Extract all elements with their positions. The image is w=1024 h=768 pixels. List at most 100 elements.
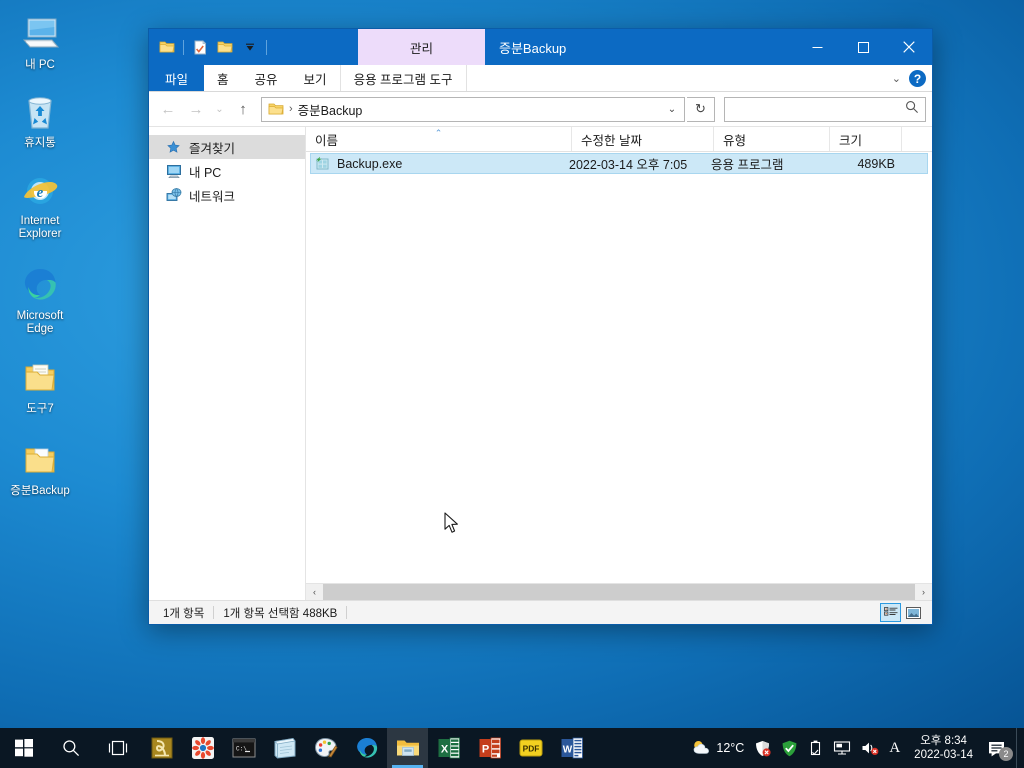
view-mode-buttons (880, 603, 927, 622)
task-view-icon[interactable] (94, 728, 141, 768)
app-icon-word[interactable]: W (551, 728, 592, 768)
details-view-button[interactable] (880, 603, 901, 622)
file-name-cell: Backup.exe (311, 156, 569, 171)
tab-application-tools[interactable]: 응용 프로그램 도구 (339, 65, 467, 91)
sidebar-item-my-pc[interactable]: 내 PC (149, 159, 305, 183)
clock[interactable]: 오후 8:34 2022-03-14 (905, 728, 982, 768)
tab-home[interactable]: 홈 (204, 65, 242, 91)
tab-view[interactable]: 보기 (291, 65, 340, 91)
scroll-right-button[interactable]: › (915, 583, 932, 601)
internet-explorer-icon: e (18, 168, 62, 212)
desktop-icon-microsoft-edge[interactable]: Microsoft Edge (0, 257, 80, 336)
status-item-count: 1개 항목 (163, 607, 205, 620)
desktop-icon-recycle-bin[interactable]: 휴지통 (0, 84, 80, 150)
app-icon-hangul[interactable] (141, 728, 182, 768)
column-header-name[interactable]: 이름 ⌃ (306, 127, 572, 151)
notification-icon[interactable]: 2 (982, 728, 1016, 768)
address-dropdown-icon[interactable]: ⌄ (660, 98, 684, 121)
column-header-label: 이름 (315, 133, 339, 148)
application-exe-icon (315, 156, 330, 171)
start-icon[interactable] (0, 728, 47, 768)
column-header-type[interactable]: 유형 (714, 127, 830, 151)
new-folder-icon[interactable] (214, 36, 236, 58)
sort-ascending-icon: ⌃ (434, 128, 443, 138)
ribbon-collapse-button[interactable]: ⌄ (892, 72, 901, 85)
usb-device-icon[interactable] (803, 728, 828, 768)
svg-text:X: X (440, 744, 448, 756)
address-toolbar: ← → ⌄ ↑ › 증분Backup ⌄ ↻ (149, 92, 932, 126)
folder-icon[interactable] (156, 36, 178, 58)
large-icons-view-button[interactable] (903, 603, 924, 622)
antivirus-check-icon[interactable] (776, 728, 803, 768)
horizontal-scrollbar[interactable]: ‹ › (306, 583, 932, 601)
file-list[interactable]: Backup.exe 2022-03-14 오후 7:05 응용 프로그램 48… (306, 152, 932, 583)
clock-time: 오후 8:34 (920, 735, 967, 747)
forward-button[interactable]: → (183, 96, 209, 122)
taskbar: C:\ X P PDF W 12°C A 오후 8:34 2022-03-14 … (0, 728, 1024, 768)
tab-file[interactable]: 파일 (149, 65, 205, 91)
column-header-label: 크기 (839, 133, 863, 148)
app-icon-powerpoint[interactable]: P (469, 728, 510, 768)
security-shield-icon[interactable] (749, 728, 776, 768)
properties-icon[interactable] (189, 36, 211, 58)
scrollbar-thumb[interactable] (323, 583, 915, 601)
app-icon-terminal[interactable]: C:\ (223, 728, 264, 768)
address-bar[interactable]: › 증분Backup ⌄ (261, 96, 685, 122)
toolbar-divider (183, 39, 184, 55)
close-button[interactable] (886, 29, 932, 65)
my-computer-icon (18, 12, 62, 56)
search-box[interactable] (724, 96, 926, 122)
maximize-button[interactable] (840, 29, 886, 65)
column-header-label: 유형 (723, 133, 747, 148)
breadcrumb-separator[interactable]: › (287, 103, 295, 115)
ime-language-icon[interactable]: A (884, 728, 905, 768)
network-display-icon[interactable] (828, 728, 856, 768)
help-button[interactable]: ? (909, 70, 926, 87)
app-icon-notepad[interactable] (264, 728, 305, 768)
sidebar-item-favorites[interactable]: 즐겨찾기 (149, 135, 305, 159)
folder-icon (18, 356, 62, 400)
ribbon-tabs: 파일 홈 공유 보기 응용 프로그램 도구 ⌄ ? (149, 65, 932, 92)
sidebar-item-network[interactable]: 네트워크 (149, 183, 305, 207)
app-icon-edge[interactable] (346, 728, 387, 768)
system-tray: 12°C A 오후 8:34 2022-03-14 2 (686, 728, 1024, 768)
app-icon-paint[interactable] (305, 728, 346, 768)
status-divider (346, 606, 348, 619)
window-controls (794, 29, 932, 65)
app-icon-file-explorer[interactable] (387, 728, 428, 768)
desktop-icon-tool7[interactable]: 도구7 (0, 350, 80, 416)
volume-muted-icon[interactable] (856, 728, 884, 768)
search-icon[interactable] (905, 100, 919, 119)
recent-locations-button[interactable]: ⌄ (211, 96, 228, 122)
show-desktop-button[interactable] (1016, 728, 1022, 768)
desktop-icon-internet-explorer[interactable]: e Internet Explorer (0, 162, 80, 241)
svg-text:W: W (562, 745, 572, 756)
desktop-icon-my-pc[interactable]: 내 PC (0, 6, 80, 72)
search-icon[interactable] (47, 728, 94, 768)
clock-date: 2022-03-14 (914, 749, 973, 761)
app-icon-excel[interactable]: X (428, 728, 469, 768)
desktop-icon-label: 도구7 (26, 403, 54, 415)
minimize-button[interactable] (794, 29, 840, 65)
desktop-icon-backup-folder[interactable]: 증분Backup (0, 432, 80, 498)
up-button[interactable]: ↑ (230, 96, 256, 122)
app-icon-pdf[interactable]: PDF (510, 728, 551, 768)
search-input[interactable] (731, 102, 905, 116)
breadcrumb-item-current[interactable]: 증분Backup (298, 100, 363, 119)
app-icon-photo[interactable] (182, 728, 223, 768)
window-titlebar[interactable]: 관리 증분Backup (149, 29, 932, 65)
tab-share[interactable]: 공유 (242, 65, 291, 91)
column-header-date-modified[interactable]: 수정한 날짜 (572, 127, 714, 151)
weather-partly-cloudy-icon[interactable]: 12°C (686, 728, 749, 768)
svg-text:PDF: PDF (522, 743, 539, 753)
back-button[interactable]: ← (155, 96, 181, 122)
status-bar: 1개 항목 1개 항목 선택함 488KB (149, 600, 932, 624)
chevron-down-icon[interactable] (239, 36, 261, 58)
table-row[interactable]: Backup.exe 2022-03-14 오후 7:05 응용 프로그램 48… (310, 153, 928, 174)
contextual-tab-header: 관리 (358, 29, 485, 65)
refresh-button[interactable]: ↻ (687, 96, 715, 122)
scroll-left-button[interactable]: ‹ (306, 583, 323, 601)
file-size-cell: 489KB (857, 156, 895, 171)
explorer-body: 즐겨찾기 내 PC 네트워크 이름 ⌃ 수정한 날짜 유형 크기 Backup.… (149, 126, 932, 601)
column-header-size[interactable]: 크기 (830, 127, 902, 151)
